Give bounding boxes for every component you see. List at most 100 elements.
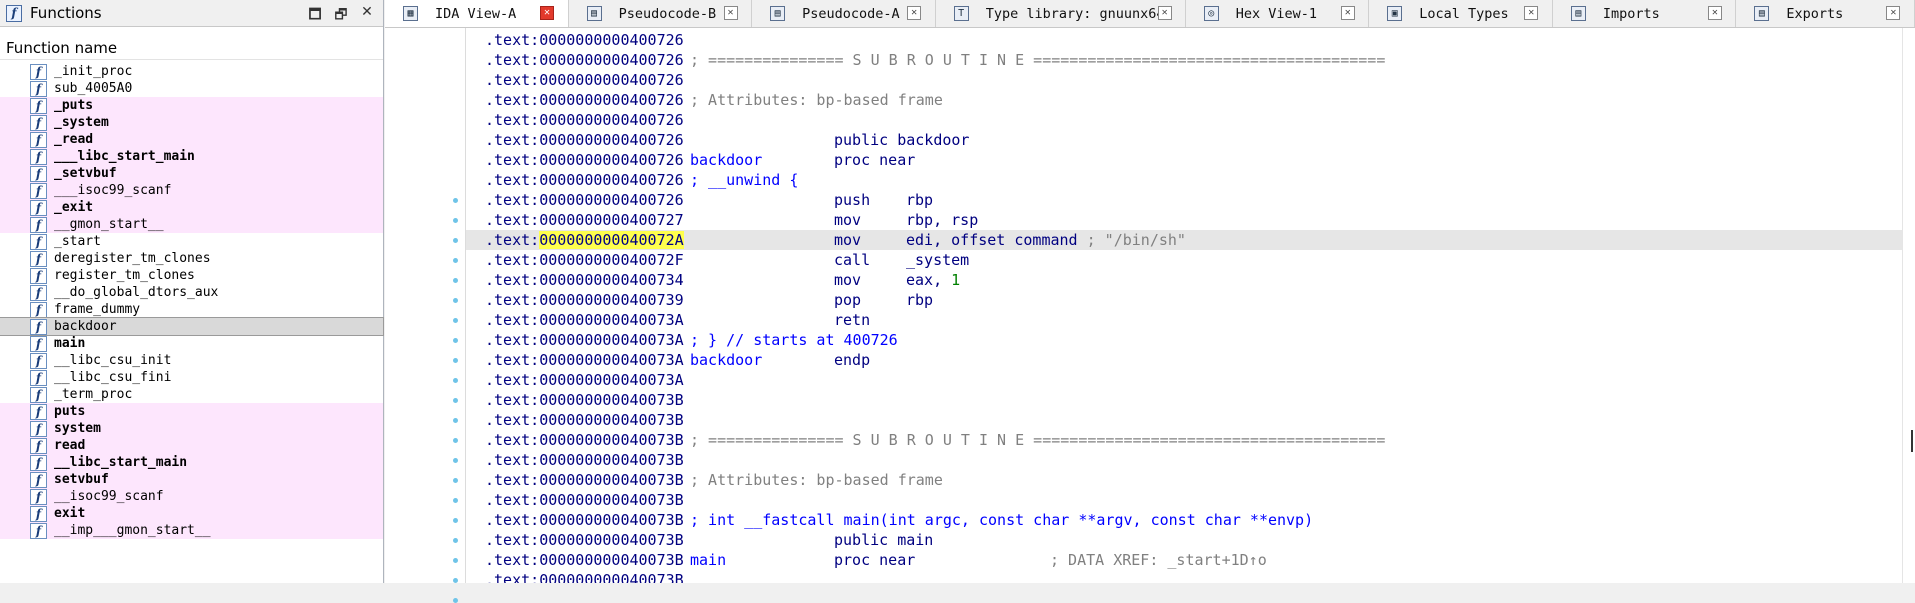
disasm-line[interactable]: .text:000000000040073B ; =============== … (466, 430, 1903, 450)
disasm-line[interactable]: .text:0000000000400726 push rbp (466, 190, 1903, 210)
disasm-line[interactable]: .text:0000000000400726 backdoor proc near (466, 150, 1903, 170)
breakpoint-dot[interactable] (453, 498, 458, 503)
disasm-line[interactable]: .text:000000000040073A (466, 370, 1903, 390)
instruction-mnemonic[interactable]: push (834, 190, 870, 210)
disasm-line[interactable]: .text:000000000040072A mov edi, offset com… (466, 230, 1903, 250)
address-value[interactable]: 000000000040072A (539, 231, 684, 249)
disasm-line[interactable]: .text:000000000040073B (466, 390, 1903, 410)
instruction-mnemonic[interactable]: proc near (834, 150, 915, 170)
function-list-item[interactable]: f _term_proc (0, 386, 383, 403)
function-list-item[interactable]: f __libc_start_main (0, 454, 383, 471)
disasm-line[interactable]: .text:000000000040073B (466, 490, 1903, 510)
tab-close-icon[interactable]: ✕ (907, 6, 922, 20)
breakpoint-dot[interactable] (453, 538, 458, 543)
disasm-line[interactable]: .text:0000000000400726 ; Attributes: bp-b… (466, 90, 1903, 110)
breakpoint-dot[interactable] (453, 298, 458, 303)
disasm-line[interactable]: .text:0000000000400726 ; __unwind { (466, 170, 1903, 190)
disasm-line[interactable]: .text:0000000000400726 ; =============== … (466, 50, 1903, 70)
restore-icon[interactable]: 🗗 (333, 4, 349, 28)
tab-hex-view-1[interactable]: ◎ Hex View-1 ✕ (1186, 0, 1370, 27)
address-value[interactable]: 0000000000400726 (539, 131, 684, 149)
address-value[interactable]: 000000000040073A (539, 351, 684, 369)
breakpoint-dot[interactable] (453, 438, 458, 443)
function-list-item[interactable]: f _read (0, 131, 383, 148)
address-value[interactable]: 000000000040073B (539, 551, 684, 569)
disasm-line[interactable]: .text:000000000040073B public main (466, 530, 1903, 550)
function-list-item[interactable]: f _exit (0, 199, 383, 216)
address-value[interactable]: 000000000040073B (539, 431, 684, 449)
function-list-item[interactable]: f _puts (0, 97, 383, 114)
disasm-line[interactable]: .text:000000000040073B ; Attributes: bp-b… (466, 470, 1903, 490)
breakpoint-dot[interactable] (453, 238, 458, 243)
function-list-item[interactable]: f __gmon_start__ (0, 216, 383, 233)
function-list-item[interactable]: f main (0, 335, 383, 352)
disasm-line[interactable]: .text:0000000000400734 mov eax, 1 (466, 270, 1903, 290)
function-list-item[interactable]: f _start (0, 233, 383, 250)
function-list-item[interactable]: f puts (0, 403, 383, 420)
tab-imports[interactable]: ▤ Imports ✕ (1553, 0, 1737, 27)
address-value[interactable]: 000000000040073B (539, 571, 684, 583)
tab-close-icon[interactable]: ✕ (540, 6, 554, 20)
address-value[interactable]: 000000000040073B (539, 411, 684, 429)
function-list-item[interactable]: f backdoor (0, 317, 384, 336)
breakpoint-dot[interactable] (453, 278, 458, 283)
function-list-item[interactable]: f __imp___gmon_start__ (0, 522, 383, 539)
disasm-line[interactable]: .text:000000000040073A ; } // starts at 4… (466, 330, 1903, 350)
disasm-line[interactable]: .text:000000000040073A backdoor endp (466, 350, 1903, 370)
address-value[interactable]: 000000000040073B (539, 471, 684, 489)
function-list-item[interactable]: f frame_dummy (0, 301, 383, 318)
function-list-item[interactable]: f ___libc_start_main (0, 148, 383, 165)
address-value[interactable]: 000000000040073B (539, 531, 684, 549)
instruction-mnemonic[interactable]: public backdoor (834, 130, 969, 150)
function-list-item[interactable]: f _system (0, 114, 383, 131)
operand-text[interactable]: edi, offset command (906, 231, 1078, 249)
instruction-mnemonic[interactable]: call (834, 250, 870, 270)
disasm-line[interactable]: .text:0000000000400726 public backdoor (466, 130, 1903, 150)
disasm-line[interactable]: .text:000000000040073B (466, 410, 1903, 430)
address-value[interactable]: 0000000000400726 (539, 71, 684, 89)
tab-close-icon[interactable]: ✕ (1524, 6, 1539, 20)
tab-close-icon[interactable]: ✕ (723, 6, 738, 20)
column-header-function-name[interactable]: Function name (0, 37, 383, 60)
function-list-item[interactable]: f ___isoc99_scanf (0, 182, 383, 199)
code-label[interactable]: backdoor (690, 150, 762, 170)
disasm-line[interactable]: .text:000000000040073B (466, 450, 1903, 470)
tab-close-icon[interactable]: ✕ (1340, 6, 1355, 20)
tab-local-types[interactable]: ▣ Local Types ✕ (1369, 0, 1553, 27)
instruction-mnemonic[interactable]: endp (834, 350, 870, 370)
breakpoint-dot[interactable] (453, 258, 458, 263)
instruction-mnemonic[interactable]: mov (834, 210, 861, 230)
scrollbar-thumb[interactable] (1911, 430, 1913, 452)
address-value[interactable]: 000000000040073B (539, 391, 684, 409)
disasm-line[interactable]: .text:0000000000400726 (466, 30, 1903, 50)
tab-close-icon[interactable]: ✕ (1157, 6, 1172, 20)
address-value[interactable]: 000000000040073A (539, 311, 684, 329)
address-value[interactable]: 000000000040073B (539, 451, 684, 469)
address-value[interactable]: 0000000000400726 (539, 31, 684, 49)
address-value[interactable]: 0000000000400727 (539, 211, 684, 229)
numeric-operand[interactable]: 1 (951, 271, 960, 289)
maximize-icon[interactable]: 🗖 (307, 4, 323, 28)
address-value[interactable]: 000000000040073A (539, 331, 684, 349)
function-list-item[interactable]: f _setvbuf (0, 165, 383, 182)
breakpoint-dot[interactable] (453, 318, 458, 323)
address-value[interactable]: 000000000040073B (539, 491, 684, 509)
function-list-item[interactable]: f sub_4005A0 (0, 80, 383, 97)
disasm-line[interactable]: .text:000000000040073B main proc near ; DAT… (466, 550, 1903, 570)
address-value[interactable]: 0000000000400739 (539, 291, 684, 309)
function-list-item[interactable]: f register_tm_clones (0, 267, 383, 284)
function-list-item[interactable]: f __do_global_dtors_aux (0, 284, 383, 301)
address-value[interactable]: 000000000040073A (539, 371, 684, 389)
disasm-line[interactable]: .text:000000000040073B (466, 570, 1903, 583)
disasm-line[interactable]: .text:0000000000400727 mov rbp, rsp (466, 210, 1903, 230)
vertical-scrollbar[interactable] (1902, 28, 1915, 583)
disasm-line[interactable]: .text:000000000040072F call _system (466, 250, 1903, 270)
disasm-line[interactable]: .text:000000000040073A retn (466, 310, 1903, 330)
breakpoint-dot[interactable] (453, 598, 458, 603)
breakpoint-dot[interactable] (453, 558, 458, 563)
breakpoint-dot[interactable] (453, 478, 458, 483)
address-value[interactable]: 0000000000400726 (539, 191, 684, 209)
disasm-line[interactable]: .text:000000000040073B ; int __fastcall m… (466, 510, 1903, 530)
function-list-item[interactable]: f deregister_tm_clones (0, 250, 383, 267)
function-list-item[interactable]: f __isoc99_scanf (0, 488, 383, 505)
